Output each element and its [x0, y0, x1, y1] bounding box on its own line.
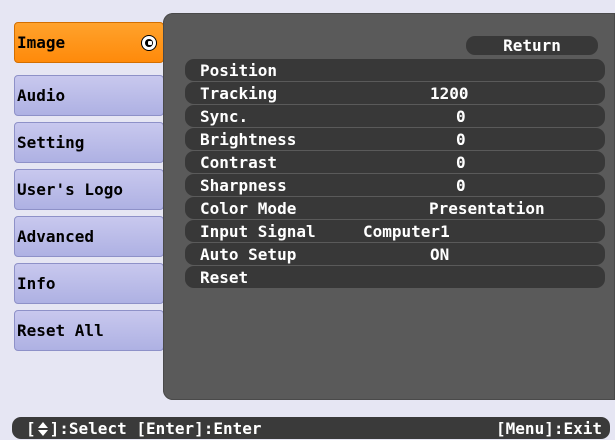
menu-item-advanced[interactable]: Advanced — [14, 216, 164, 257]
row-value: ON — [430, 245, 450, 264]
menu-item-audio[interactable]: Audio — [14, 75, 164, 116]
row-name: Reset — [200, 268, 249, 287]
submenu-panel: Return Position Tracking 1200 Sync. 0 Br… — [163, 13, 615, 400]
row-name: Position — [200, 61, 278, 80]
row-value: 0 — [456, 107, 466, 126]
row-name: Contrast — [200, 153, 278, 172]
row-sync[interactable]: Sync. 0 — [185, 105, 605, 127]
row-name: Color Mode — [200, 199, 297, 218]
row-name: Sharpness — [200, 176, 287, 195]
row-auto-setup[interactable]: Auto Setup ON — [185, 243, 605, 265]
row-input-signal[interactable]: Input Signal Computer1 — [185, 220, 605, 242]
row-brightness[interactable]: Brightness 0 — [185, 128, 605, 150]
status-hint-right: [Menu]:Exit — [496, 419, 602, 438]
status-bar: [ ]:Select [Enter]:Enter [Menu]:Exit — [0, 415, 615, 440]
row-name: Tracking — [200, 84, 278, 103]
menu-item-label: Advanced — [17, 227, 95, 246]
row-value: 0 — [456, 176, 466, 195]
menu-item-users-logo[interactable]: User's Logo — [14, 169, 164, 210]
row-value: 1200 — [430, 84, 469, 103]
status-hint-left: [ ]:Select [Enter]:Enter — [26, 419, 262, 438]
menu-item-label: Info — [17, 274, 56, 293]
menu-item-image[interactable]: Image — [14, 22, 164, 63]
return-button[interactable]: Return — [466, 36, 598, 55]
status-bracket: [ — [26, 419, 36, 438]
menu-item-label: Reset All — [17, 321, 104, 340]
menu-item-setting[interactable]: Setting — [14, 122, 164, 163]
row-sharpness[interactable]: Sharpness 0 — [185, 174, 605, 196]
row-contrast[interactable]: Contrast 0 — [185, 151, 605, 173]
row-tracking[interactable]: Tracking 1200 — [185, 82, 605, 104]
row-name: Input Signal — [200, 222, 316, 241]
status-bubble: [ ]:Select [Enter]:Enter [Menu]:Exit — [12, 417, 610, 439]
menu-item-label: User's Logo — [17, 180, 123, 199]
projector-osd-screen: { "menu": { "items": [ {"label": "Image"… — [0, 0, 615, 440]
row-name: Sync. — [200, 107, 249, 126]
status-hint-text: ]:Select [Enter]:Enter — [49, 419, 262, 438]
menu-item-info[interactable]: Info — [14, 263, 164, 304]
row-value: Presentation — [429, 199, 545, 218]
row-color-mode[interactable]: Color Mode Presentation — [185, 197, 605, 219]
row-position[interactable]: Position — [185, 59, 605, 81]
row-name: Brightness — [200, 130, 297, 149]
menu-item-reset-all[interactable]: Reset All — [14, 310, 164, 351]
menu-item-label: Setting — [17, 133, 85, 152]
menu-item-label: Audio — [17, 86, 66, 105]
row-value: 0 — [456, 130, 466, 149]
row-name: Auto Setup — [200, 245, 297, 264]
enter-icon — [141, 35, 157, 51]
row-value: Computer1 — [363, 222, 450, 241]
menu-item-label: Image — [17, 33, 66, 52]
row-value: 0 — [456, 153, 466, 172]
row-reset[interactable]: Reset — [185, 266, 605, 288]
updown-arrows-icon — [37, 421, 49, 436]
